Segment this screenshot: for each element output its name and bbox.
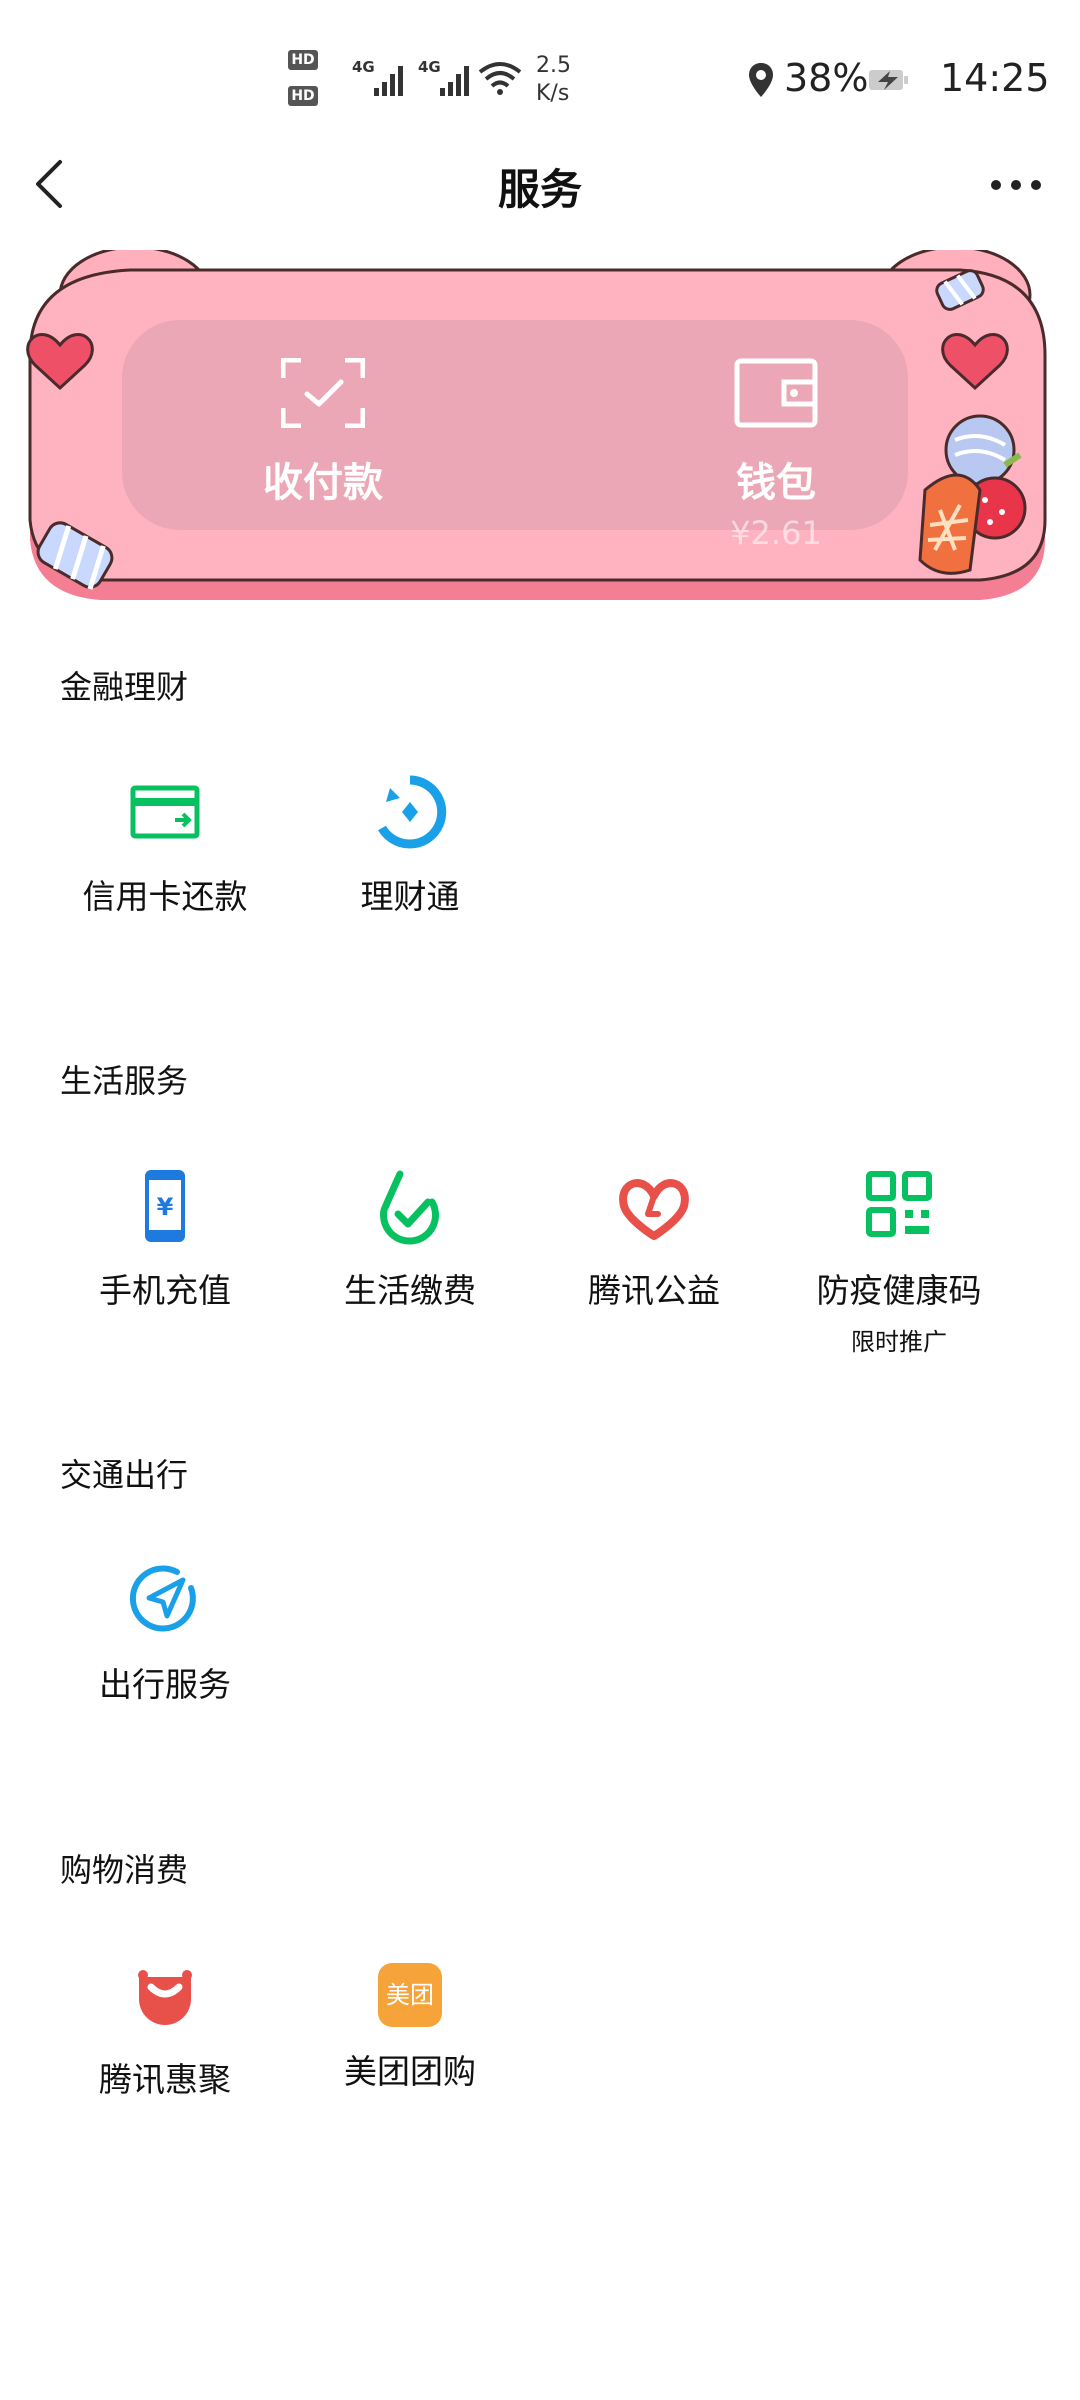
wallet-label: 钱包 — [736, 460, 816, 506]
section-title-transport: 交通出行 — [60, 1456, 189, 1494]
service-label: 腾讯公益 — [588, 1271, 720, 1310]
wifi-icon — [478, 62, 522, 95]
section-title-shopping: 购物消费 — [60, 1851, 189, 1889]
phone-recharge-icon: ¥ — [145, 1170, 185, 1242]
wallet-button[interactable]: 钱包 ¥2.61 — [656, 358, 896, 552]
signal-strength-icon: 4G — [418, 58, 478, 96]
signal-strength-icon: 4G — [352, 58, 412, 96]
wallet-balance: ¥2.61 — [730, 514, 822, 552]
service-utility-payment[interactable]: 生活缴费 — [285, 1166, 535, 1312]
scan-check-icon — [280, 357, 366, 429]
service-label: 防疫健康码 — [816, 1271, 982, 1310]
pay-receive-button[interactable]: 收付款 — [203, 357, 443, 508]
pay-receive-label: 收付款 — [263, 460, 383, 506]
hd-badge: HD — [288, 86, 318, 106]
travel-navigation-icon — [129, 1565, 196, 1632]
wallet-header-banner: 收付款 钱包 ¥2.61 — [20, 250, 1060, 630]
hd-badge: HD — [288, 50, 318, 70]
service-label: 理财通 — [360, 877, 460, 916]
clock: 14:25 — [940, 56, 1050, 100]
section-title-finance: 金融理财 — [60, 668, 189, 706]
wealth-icon — [378, 775, 447, 849]
shopping-bag-icon — [138, 1970, 192, 2025]
battery-percentage: 38% — [784, 56, 869, 100]
service-tencent-charity[interactable]: 腾讯公益 — [529, 1166, 779, 1312]
service-phone-recharge[interactable]: ¥ 手机充值 — [40, 1166, 290, 1312]
navigation-bar: 服务 — [0, 130, 1080, 240]
page-title: 服务 — [497, 165, 582, 214]
promo-tag: 限时推广 — [851, 1328, 947, 1356]
service-label: 腾讯惠聚 — [99, 2060, 231, 2099]
charity-heart-icon — [619, 1179, 689, 1240]
service-health-code[interactable]: 防疫健康码 限时推广 — [774, 1166, 1024, 1357]
service-label: 美团团购 — [344, 2052, 476, 2091]
service-wealth[interactable]: 理财通 — [285, 772, 535, 918]
service-meituan-group-buy[interactable]: 美团 美团团购 — [285, 1955, 535, 2093]
health-code-icon — [866, 1171, 932, 1237]
service-credit-card-repayment[interactable]: 信用卡还款 — [40, 772, 290, 918]
service-label: 出行服务 — [99, 1665, 231, 1704]
section-title-life: 生活服务 — [60, 1062, 189, 1100]
more-options-icon[interactable] — [986, 170, 1046, 200]
status-bar: HD HD 4G 4G 2.5 K/s 38% 14:25 — [0, 0, 1080, 150]
service-tencent-huiju[interactable]: 腾讯惠聚 — [40, 1955, 290, 2101]
service-label: 手机充值 — [99, 1271, 231, 1310]
network-speed: 2.5 K/s — [536, 53, 571, 106]
service-label: 生活缴费 — [344, 1271, 476, 1310]
meituan-icon: 美团 — [378, 1963, 442, 2027]
credit-card-icon — [130, 785, 200, 839]
service-label: 信用卡还款 — [82, 877, 248, 916]
svg-text:¥: ¥ — [157, 1193, 174, 1221]
utility-payment-icon — [380, 1170, 439, 1245]
location-icon — [749, 63, 773, 97]
wallet-icon — [734, 358, 818, 428]
battery-charging-icon — [869, 70, 908, 90]
service-travel[interactable]: 出行服务 — [40, 1560, 290, 1706]
